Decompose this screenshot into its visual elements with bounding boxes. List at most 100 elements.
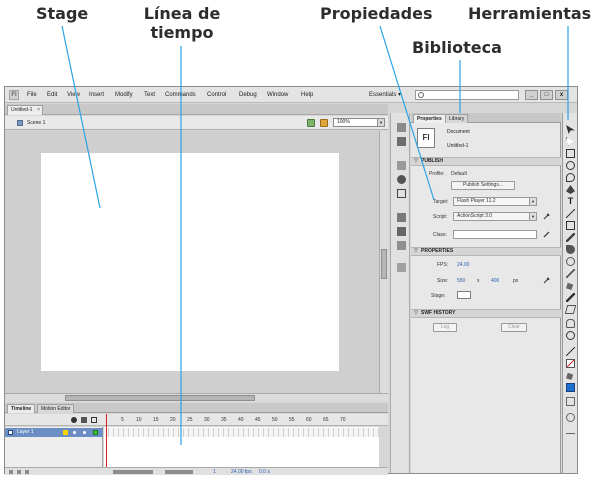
menu-modify[interactable]: Modify <box>115 92 133 98</box>
subselection-tool-icon[interactable] <box>566 137 575 146</box>
hand-tool-icon[interactable] <box>566 319 575 328</box>
horizontal-scroll-thumb[interactable] <box>65 395 255 401</box>
menu-insert[interactable]: Insert <box>89 92 104 98</box>
width-value[interactable]: 550 <box>457 278 465 284</box>
publish-settings-button[interactable]: Publish Settings... <box>451 181 515 190</box>
paint-bucket-tool-icon[interactable] <box>566 282 574 290</box>
clear-button[interactable]: Clear <box>501 323 527 332</box>
swatches-icon[interactable] <box>397 241 406 250</box>
document-tab[interactable]: Untitled-1 × <box>7 105 43 115</box>
menu-control[interactable]: Control <box>207 92 226 98</box>
height-value[interactable]: 400 <box>491 278 499 284</box>
frame-grid[interactable] <box>104 427 379 467</box>
script-label: Script: <box>433 214 448 220</box>
new-layer-icon[interactable] <box>9 470 13 474</box>
onion-skin-icon[interactable] <box>165 470 193 474</box>
horizontal-scrollbar[interactable] <box>5 393 388 402</box>
close-button[interactable]: x <box>555 90 568 100</box>
vertical-scrollbar[interactable] <box>379 131 388 393</box>
lock-dot-icon[interactable] <box>83 431 86 434</box>
fill-color-swatch[interactable] <box>566 383 575 392</box>
menu-text[interactable]: Text <box>144 92 155 98</box>
brush-tool-icon[interactable] <box>566 245 575 254</box>
eraser-tool-icon[interactable] <box>564 305 577 314</box>
help-search-input[interactable] <box>415 90 519 100</box>
publish-section-header[interactable]: PUBLISH <box>411 157 561 166</box>
3d-rotation-tool-icon[interactable] <box>566 161 575 170</box>
swf-history-section-header[interactable]: SWF HISTORY <box>411 309 561 318</box>
edit-class-icon[interactable] <box>543 231 550 238</box>
tab-motion-editor[interactable]: Motion Editor <box>37 404 75 413</box>
transform-icon[interactable] <box>397 189 406 198</box>
pen-tool-icon[interactable] <box>566 185 575 194</box>
output-icon[interactable] <box>397 263 406 272</box>
restore-button[interactable]: □ <box>540 90 553 100</box>
fps-value[interactable]: 24.00 <box>457 262 470 268</box>
playhead[interactable] <box>106 414 107 467</box>
fill-color-icon[interactable] <box>566 372 574 380</box>
document-name: Untitled-1 <box>447 143 469 149</box>
scene-label[interactable]: Scene 1 <box>27 120 45 126</box>
free-transform-tool-icon[interactable] <box>566 149 575 158</box>
snap-to-objects-icon[interactable] <box>566 413 575 422</box>
layer-frames[interactable] <box>104 428 379 437</box>
workspace-switcher[interactable]: Essentials ▾ <box>369 91 401 98</box>
minimize-button[interactable]: _ <box>525 90 538 100</box>
menu-window[interactable]: Window <box>267 92 288 98</box>
color-icon[interactable] <box>397 137 406 146</box>
menu-debug[interactable]: Debug <box>239 92 257 98</box>
smooth-icon[interactable] <box>566 425 575 434</box>
edit-scene-icon[interactable] <box>307 119 315 127</box>
stroke-color-icon[interactable] <box>566 347 575 356</box>
menu-edit[interactable]: Edit <box>47 92 57 98</box>
info-icon[interactable] <box>397 175 406 184</box>
eye-icon[interactable] <box>71 417 77 423</box>
swap-colors-icon[interactable] <box>566 397 575 406</box>
collapsed-panels <box>390 113 410 473</box>
deco-tool-icon[interactable] <box>566 257 575 266</box>
menu-view[interactable]: View <box>67 92 80 98</box>
edit-symbols-icon[interactable] <box>320 119 328 127</box>
log-button[interactable]: Log <box>433 323 457 332</box>
close-tab-icon[interactable]: × <box>37 106 40 114</box>
vertical-scroll-thumb[interactable] <box>381 249 387 279</box>
line-tool-icon[interactable] <box>566 209 575 218</box>
tab-library[interactable]: Library <box>445 114 469 123</box>
stage[interactable] <box>41 153 339 371</box>
selection-tool-icon[interactable] <box>566 125 575 134</box>
stroke-color-swatch[interactable] <box>566 359 575 368</box>
play-controls-icon[interactable] <box>113 470 153 474</box>
components-icon[interactable] <box>397 227 406 236</box>
zoom-select[interactable]: 100% ▼ <box>333 118 385 127</box>
stage-color-swatch[interactable] <box>457 291 471 299</box>
menu-help[interactable]: Help <box>301 92 313 98</box>
menu-file[interactable]: File <box>27 92 37 98</box>
menu-commands[interactable]: Commands <box>165 92 196 98</box>
lasso-tool-icon[interactable] <box>566 173 575 182</box>
align-icon[interactable] <box>397 161 406 170</box>
pencil-tool-icon[interactable] <box>566 233 575 242</box>
layer-row[interactable]: Layer 1 <box>5 428 103 437</box>
new-folder-icon[interactable] <box>17 470 21 474</box>
script-select[interactable]: ActionScript 3.0 ▼ <box>453 212 537 221</box>
lock-icon[interactable] <box>81 417 87 423</box>
tab-timeline[interactable]: Timeline <box>7 404 36 413</box>
eyedropper-tool-icon[interactable] <box>566 293 575 302</box>
zoom-tool-icon[interactable] <box>566 331 575 340</box>
visibility-dot-icon[interactable] <box>73 431 76 434</box>
class-input[interactable] <box>453 230 537 239</box>
properties-section-header[interactable]: PROPERTIES <box>411 247 561 256</box>
target-select[interactable]: Flash Player 11.2 ▼ <box>453 197 537 206</box>
wrench-icon[interactable] <box>543 213 550 220</box>
bone-tool-icon[interactable] <box>566 269 575 278</box>
code-snippets-icon[interactable] <box>397 213 406 222</box>
text-tool-icon[interactable]: T <box>566 197 575 206</box>
delete-layer-icon[interactable] <box>25 470 29 474</box>
tab-properties[interactable]: Properties <box>413 114 446 123</box>
wrench-icon[interactable] <box>543 277 550 284</box>
motion-presets-icon[interactable] <box>397 123 406 132</box>
rectangle-tool-icon[interactable] <box>566 221 575 230</box>
outline-color-icon[interactable] <box>93 430 98 435</box>
frame-rate[interactable]: 24.00 fps <box>231 469 252 475</box>
outline-icon[interactable] <box>91 417 97 423</box>
